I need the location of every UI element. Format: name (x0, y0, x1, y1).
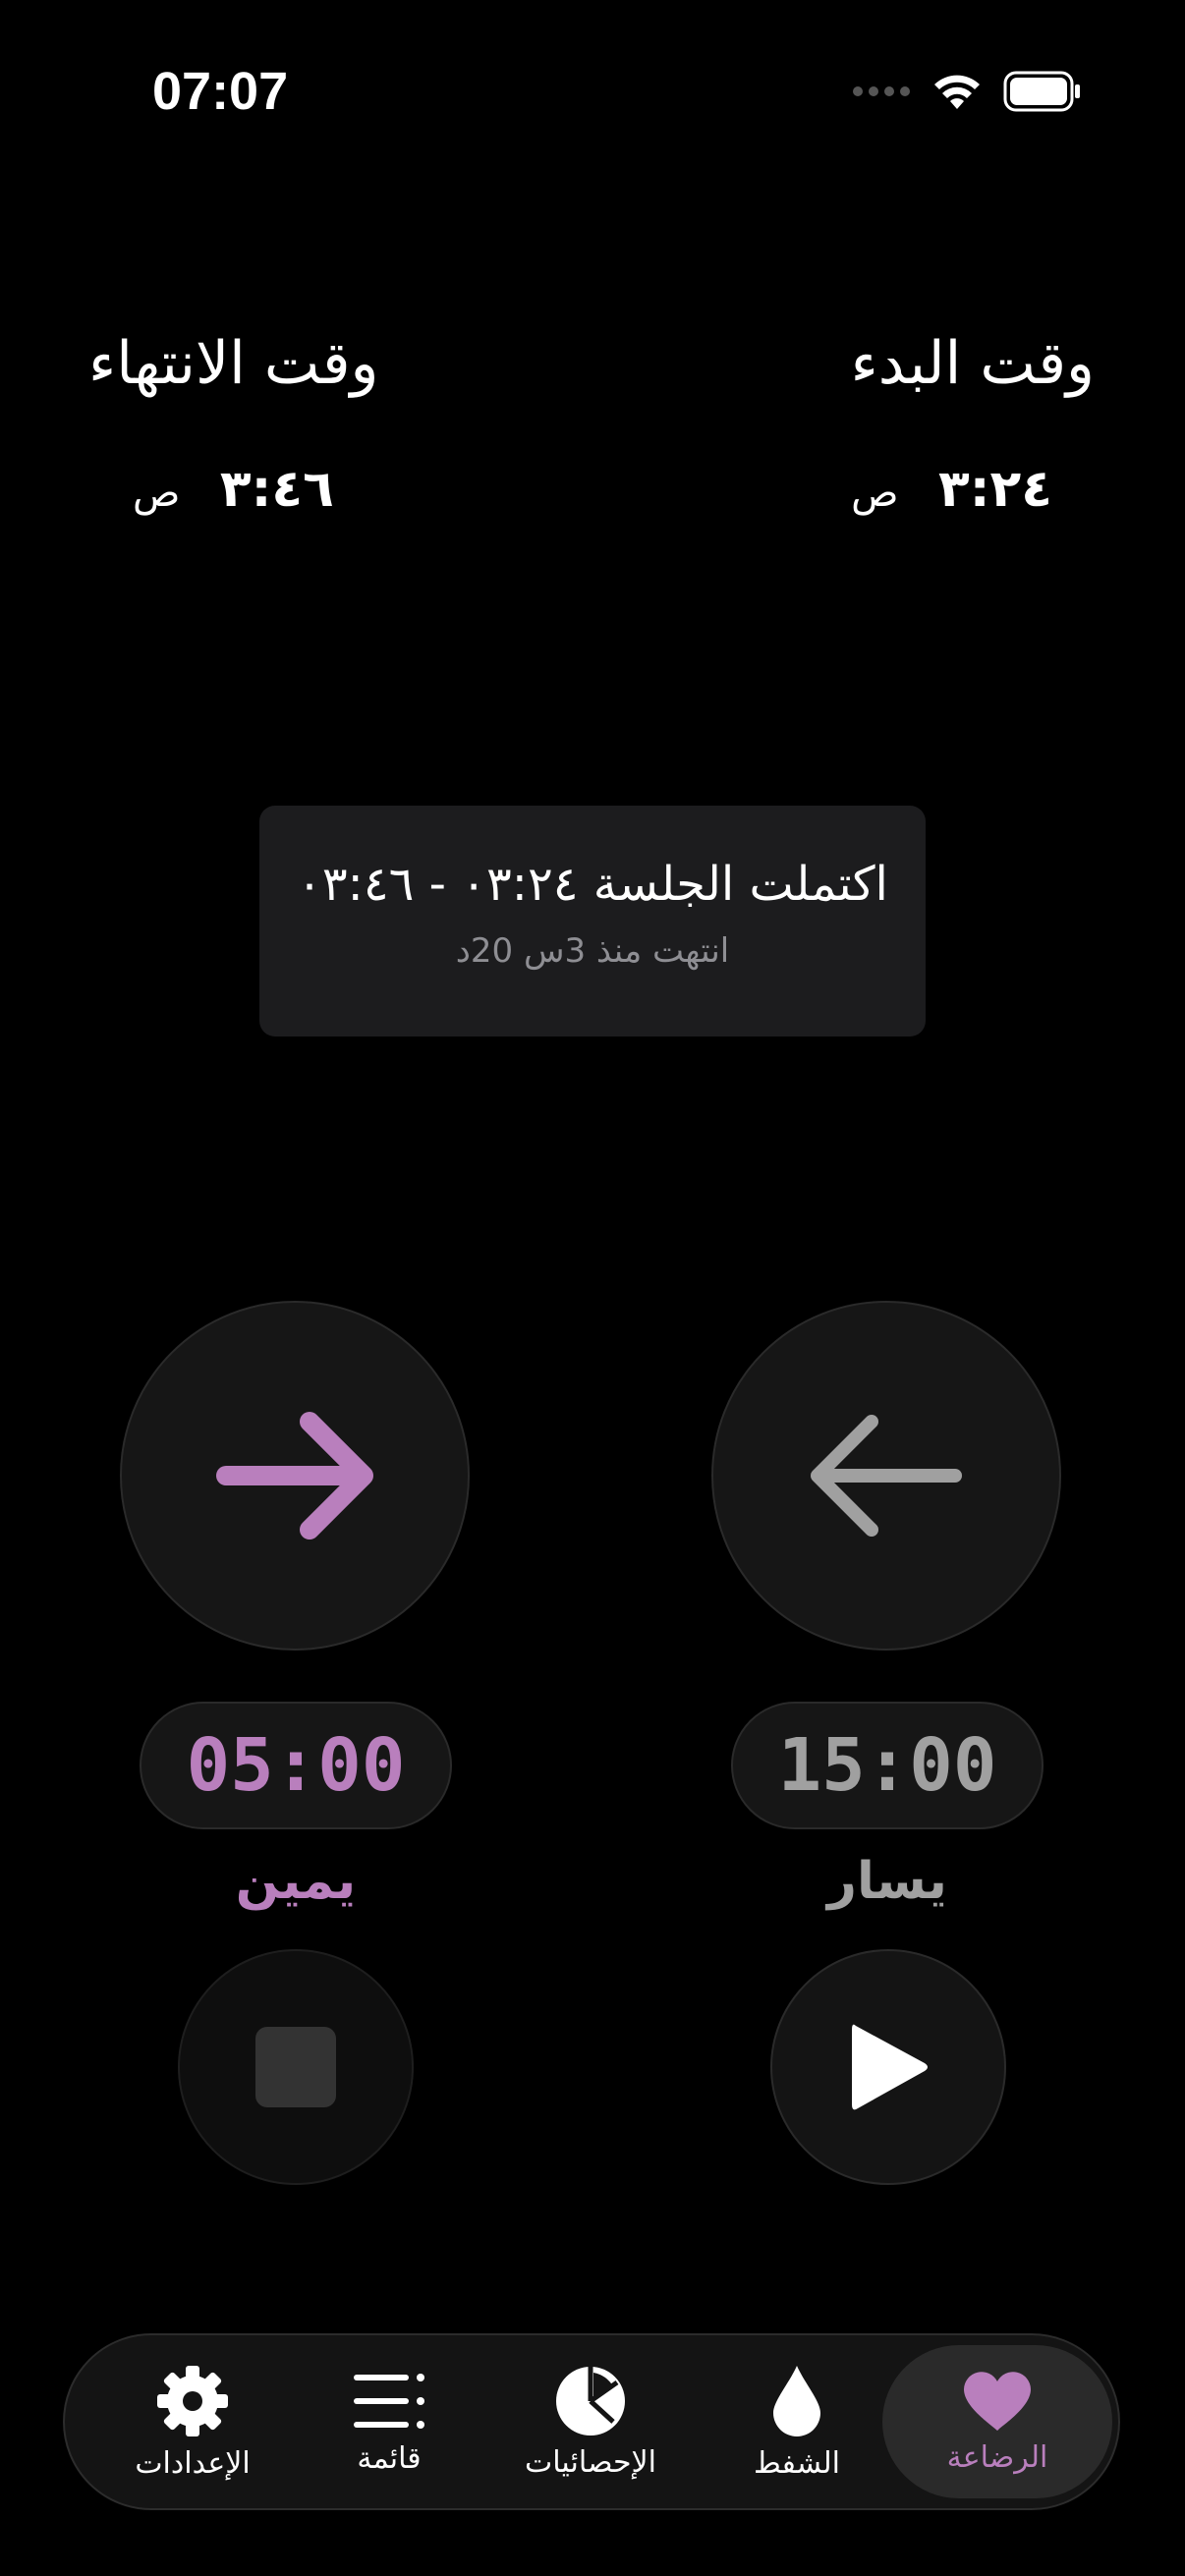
battery-icon (1003, 71, 1080, 112)
play-button[interactable] (770, 1949, 1006, 2185)
tab-pumping-label: الشفط (754, 2445, 840, 2481)
end-time-value[interactable]: ٣:٤٦ ص (133, 460, 334, 519)
start-time-label: وقت البدء (850, 329, 1095, 398)
tab-settings-label: الإعدادات (135, 2445, 251, 2481)
stop-button[interactable] (178, 1949, 414, 2185)
tab-statistics-label: الإحصائيات (525, 2444, 656, 2480)
tab-statistics[interactable]: الإحصائيات (517, 2335, 664, 2508)
start-time-value[interactable]: ٣:٢٤ ص (851, 460, 1052, 519)
end-time-label: وقت الانتهاء (88, 329, 379, 398)
signal-icon (853, 86, 910, 96)
end-time: ٣:٤٦ (219, 460, 334, 519)
tab-nursing[interactable]: الرضاعة (882, 2345, 1112, 2498)
gear-icon (157, 2365, 228, 2436)
left-side-label: يسار (827, 1852, 947, 1911)
right-side-button[interactable] (120, 1301, 470, 1651)
left-timer[interactable]: 15:00 (731, 1702, 1044, 1829)
tab-settings[interactable]: الإعدادات (124, 2335, 261, 2508)
drop-icon (773, 2365, 820, 2436)
pie-chart-icon (556, 2366, 625, 2436)
status-time: 07:07 (152, 62, 289, 121)
list-icon (354, 2373, 424, 2429)
banner-title: اكتملت الجلسة ٠٣:٢٤ - ٠٣:٤٦ (297, 857, 888, 912)
status-icons (852, 71, 1082, 112)
tab-pumping[interactable]: الشفط (743, 2335, 851, 2508)
right-timer[interactable]: 05:00 (140, 1702, 452, 1829)
tab-bar: الإعدادات قائمة الإحصائيات الشفط الرضاعة (63, 2333, 1120, 2510)
tab-nursing-label: الرضاعة (946, 2439, 1048, 2475)
left-side-button[interactable] (711, 1301, 1061, 1651)
right-side-label: يمين (235, 1852, 357, 1911)
wifi-icon (934, 75, 980, 109)
tab-list[interactable]: قائمة (330, 2335, 448, 2508)
banner-subtitle: انتهت منذ 3س 20د (455, 931, 730, 971)
heart-icon (964, 2371, 1031, 2431)
arrow-left-icon (811, 1415, 962, 1537)
stop-icon (255, 2027, 336, 2107)
tab-list-label: قائمة (357, 2440, 422, 2476)
session-complete-banner: اكتملت الجلسة ٠٣:٢٤ - ٠٣:٤٦ انتهت منذ 3س… (259, 806, 926, 1036)
start-time-suffix: ص (851, 471, 899, 516)
play-icon (852, 2024, 928, 2110)
start-time: ٣:٢٤ (937, 460, 1052, 519)
arrow-right-icon (216, 1412, 373, 1540)
end-time-suffix: ص (133, 471, 181, 516)
